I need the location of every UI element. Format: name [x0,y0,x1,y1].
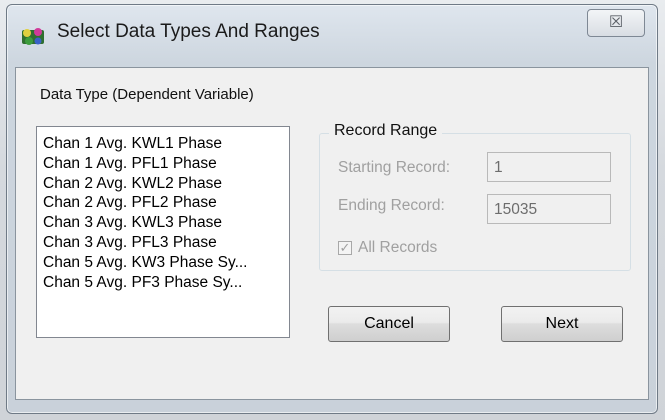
list-item[interactable]: Chan 3 Avg. PFL3 Phase [43,233,289,253]
data-type-listbox[interactable]: Chan 1 Avg. KWL1 Phase Chan 1 Avg. PFL1 … [36,126,290,338]
checkmark-icon: ✓ [339,240,351,255]
cancel-button[interactable]: Cancel [328,306,450,342]
list-item[interactable]: Chan 1 Avg. PFL1 Phase [43,154,289,174]
starting-record-label: Starting Record: [338,159,450,176]
all-records-label: All Records [358,239,438,256]
title-bar[interactable]: Select Data Types And Ranges ☒ [7,5,657,65]
list-item[interactable]: Chan 5 Avg. KW3 Phase Sy... [43,253,289,273]
app-icon [22,28,44,45]
ending-record-field[interactable]: 15035 [487,194,611,224]
list-item[interactable]: Chan 1 Avg. KWL1 Phase [43,134,289,154]
list-item[interactable]: Chan 2 Avg. KWL2 Phase [43,174,289,194]
starting-record-value: 1 [494,159,503,176]
window-title: Select Data Types And Ranges [57,21,320,42]
next-button[interactable]: Next [501,306,623,342]
dialog-window: Select Data Types And Ranges ☒ Data Type… [6,4,658,414]
data-type-label: Data Type (Dependent Variable) [40,86,254,103]
ending-record-label: Ending Record: [338,197,445,214]
all-records-checkbox[interactable]: ✓ [338,241,352,255]
close-button[interactable]: ☒ [587,9,645,37]
close-icon: ☒ [608,14,624,31]
ending-record-value: 15035 [494,201,538,218]
starting-record-field[interactable]: 1 [487,152,611,182]
list-item[interactable]: Chan 2 Avg. PFL2 Phase [43,193,289,213]
dialog-content: Data Type (Dependent Variable) Chan 1 Av… [15,67,649,400]
list-item[interactable]: Chan 3 Avg. KWL3 Phase [43,213,289,233]
list-item[interactable]: Chan 5 Avg. PF3 Phase Sy... [43,273,289,293]
record-range-title: Record Range [329,122,443,140]
